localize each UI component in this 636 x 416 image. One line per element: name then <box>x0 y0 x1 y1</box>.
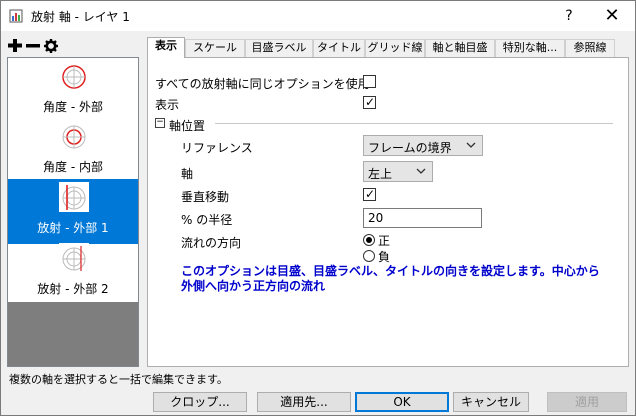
tab-scale[interactable]: スケール <box>185 39 245 57</box>
axis-list: 角度 - 外部 角度 - 内部 放射 - 外部 1 放射 - 外部 2 <box>7 57 139 367</box>
section-divider <box>215 123 613 124</box>
tab-axis-ticks[interactable]: 軸と軸目盛 <box>425 39 495 57</box>
flow-positive-radio[interactable] <box>363 234 375 246</box>
axis-item-label: 放射 - 外部 1 <box>37 221 109 235</box>
radial-axis-thumb-icon <box>59 243 89 273</box>
title-bar: 放射 軸 - レイヤ 1 ? ✕ <box>1 1 635 31</box>
axis-dropdown[interactable]: 左上 <box>363 161 433 182</box>
collapse-section-button[interactable]: − <box>155 118 165 128</box>
remove-icon[interactable] <box>25 37 41 55</box>
axis-item-label: 角度 - 内部 <box>43 160 103 174</box>
flow-positive-label: 正 <box>378 234 391 248</box>
axis-list-empty-area <box>8 302 138 366</box>
window-title: 放射 軸 - レイヤ 1 <box>31 10 130 24</box>
add-icon[interactable] <box>7 37 23 55</box>
check-icon: ✓ <box>365 95 376 109</box>
same-options-checkbox[interactable] <box>363 75 376 88</box>
dialog-window: 放射 軸 - レイヤ 1 ? ✕ 角度 - 外部 角度 - 内部 放射 - 外部… <box>0 0 636 416</box>
axis-label: 軸 <box>181 167 194 181</box>
crop-button[interactable]: クロップ... <box>153 392 247 412</box>
reference-label: リファレンス <box>181 141 253 155</box>
radius-input[interactable]: 20 <box>363 208 482 228</box>
show-checkbox[interactable]: ✓ <box>363 95 376 109</box>
apply-to-button[interactable]: 適用先... <box>257 392 351 412</box>
chevron-down-icon <box>416 168 426 174</box>
axis-item-radial-outer-1[interactable]: 放射 - 外部 1 <box>8 179 138 244</box>
vertical-move-label: 垂直移動 <box>181 190 230 204</box>
tab-title[interactable]: タイトル <box>313 39 365 57</box>
cancel-button[interactable]: キャンセル <box>453 392 529 412</box>
reference-dropdown[interactable]: フレームの境界 <box>363 135 483 156</box>
show-label: 表示 <box>155 98 180 112</box>
angle-axis-thumb-icon <box>59 61 89 91</box>
tab-reference-lines[interactable]: 参照線 <box>565 39 615 57</box>
apply-button[interactable]: 適用 <box>547 392 627 412</box>
tab-display[interactable]: 表示 <box>147 37 185 58</box>
axis-item-label: 角度 - 外部 <box>43 100 103 114</box>
axis-item-label: 放射 - 外部 2 <box>37 282 109 296</box>
reference-value: フレームの境界 <box>368 141 452 155</box>
axis-value: 左上 <box>368 167 393 181</box>
axis-position-section-title: 軸位置 <box>169 119 206 133</box>
tab-strip: 表示 スケール 目盛ラベル タイトル グリッド線 軸と軸目盛 特別な軸... 参… <box>147 37 629 58</box>
flow-negative-radio[interactable] <box>363 250 375 262</box>
axis-item-angle-outer[interactable]: 角度 - 外部 <box>8 58 138 123</box>
close-button[interactable]: ✕ <box>597 4 627 28</box>
flow-direction-label: 流れの方向 <box>181 236 242 250</box>
axis-item-angle-inner[interactable]: 角度 - 内部 <box>8 118 138 183</box>
radial-axis-thumb-icon <box>59 182 89 212</box>
radio-dot-icon <box>366 237 372 243</box>
tab-grid-lines[interactable]: グリッド線 <box>365 39 425 57</box>
chevron-down-icon <box>466 142 476 148</box>
option-description-note: このオプションは目盛、目盛ラベル、タイトルの向きを設定します。中心から外側へ向か… <box>181 264 600 293</box>
angle-axis-thumb-icon <box>59 121 89 151</box>
vertical-move-checkbox[interactable]: ✓ <box>363 187 376 201</box>
app-icon <box>9 9 23 23</box>
axis-item-radial-outer-2[interactable]: 放射 - 外部 2 <box>8 240 138 305</box>
gear-icon[interactable] <box>43 37 59 55</box>
radius-label: % の半径 <box>181 213 233 227</box>
tab-special-axis[interactable]: 特別な軸... <box>495 39 565 57</box>
status-message: 複数の軸を選択すると一括で編集できます。 <box>9 373 228 386</box>
help-button[interactable]: ? <box>554 4 584 28</box>
check-icon: ✓ <box>365 187 376 201</box>
flow-negative-label: 負 <box>378 250 391 264</box>
tab-tick-labels[interactable]: 目盛ラベル <box>245 39 313 57</box>
ok-button[interactable]: OK <box>355 392 449 412</box>
same-options-label: すべての放射軸に同じオプションを使用 <box>155 77 370 91</box>
